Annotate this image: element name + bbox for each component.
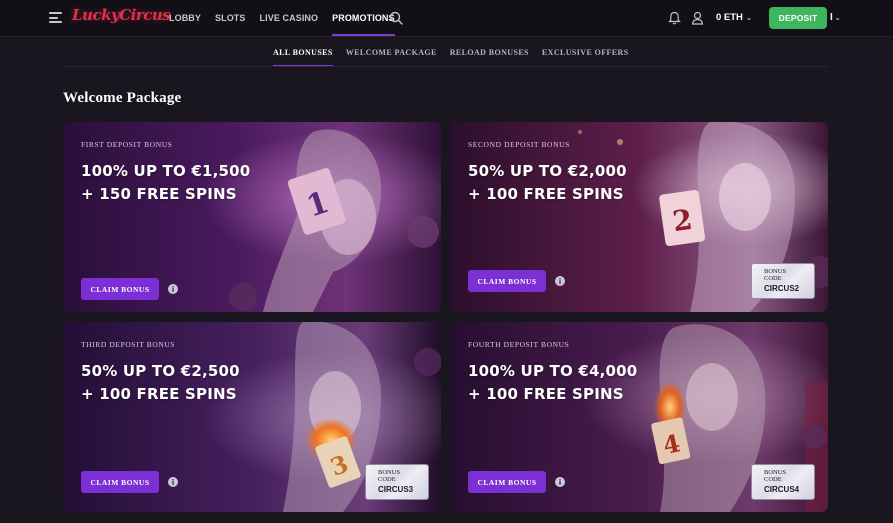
tab-welcome-package[interactable]: WELCOME PACKAGE [346, 41, 437, 65]
bonus-match-text: 100% UP TO €1,500 [81, 162, 251, 180]
user-icon[interactable] [691, 11, 704, 25]
info-icon[interactable] [555, 477, 565, 487]
bonus-code-label: CODE [764, 476, 782, 483]
info-icon[interactable] [555, 276, 565, 286]
bonus-code-label: BONUS [378, 469, 401, 476]
bonus-headline: 100% UP TO €4,000 + 100 FREE SPINS [468, 360, 637, 406]
bonus-tier-label: FIRST DEPOSIT BONUS [81, 140, 173, 149]
language-selector[interactable]: I ⌄ [830, 0, 841, 37]
language-label: I [830, 12, 833, 23]
claim-bonus-button[interactable]: CLAIM BONUS [468, 270, 546, 292]
deposit-button[interactable]: DEPOSIT [769, 7, 827, 29]
bonus-category-tabs: ALL BONUSES WELCOME PACKAGE RELOAD BONUS… [273, 41, 642, 67]
claim-bonus-button[interactable]: CLAIM BONUS [81, 471, 159, 493]
top-navigation-bar: LuckyCircus LOBBY SLOTS LIVE CASINO PROM… [0, 0, 893, 37]
bonus-tier-label: SECOND DEPOSIT BONUS [468, 140, 570, 149]
info-icon[interactable] [168, 477, 178, 487]
tab-reload-bonuses[interactable]: RELOAD BONUSES [450, 41, 529, 65]
bonus-spins-text: + 150 FREE SPINS [81, 185, 237, 203]
bonus-code-label: BONUS [764, 469, 787, 476]
bonus-spins-text: + 100 FREE SPINS [468, 385, 624, 403]
bonus-spins-text: + 100 FREE SPINS [468, 185, 624, 203]
nav-promotions[interactable]: PROMOTIONS [332, 0, 395, 36]
bonus-code-value: CIRCUS4 [764, 485, 800, 494]
logo[interactable]: LuckyCircus [72, 6, 171, 24]
bonus-code-badge[interactable]: BONUS CODE CIRCUS2 [751, 263, 815, 299]
bonus-match-text: 50% UP TO €2,500 [81, 362, 240, 380]
bonus-match-text: 50% UP TO €2,000 [468, 162, 627, 180]
wallet-balance-dropdown[interactable]: 0 ETH ⌄ [716, 0, 752, 37]
tab-all-bonuses[interactable]: ALL BONUSES [273, 41, 333, 67]
bonus-code-value: CIRCUS2 [764, 284, 800, 293]
bonus-headline: 50% UP TO €2,000 + 100 FREE SPINS [468, 160, 627, 206]
menu-icon[interactable] [49, 12, 62, 23]
bonus-code-label: CODE [764, 275, 782, 282]
bell-icon[interactable] [668, 11, 681, 25]
bonus-card-fourth-deposit: 4 FOURTH DEPOSIT BONUS 100% UP TO €4,000… [450, 322, 828, 512]
chevron-down-icon: ⌄ [834, 15, 841, 22]
bonus-tier-label: THIRD DEPOSIT BONUS [81, 340, 176, 349]
search-icon[interactable] [389, 11, 403, 25]
bonus-headline: 50% UP TO €2,500 + 100 FREE SPINS [81, 360, 240, 406]
bonus-card-third-deposit: 3 THIRD DEPOSIT BONUS 50% UP TO €2,500 +… [63, 322, 441, 512]
balance-value: 0 ETH [716, 12, 743, 23]
nav-slots[interactable]: SLOTS [215, 0, 246, 36]
bonus-code-label: CODE [378, 476, 396, 483]
claim-bonus-button[interactable]: CLAIM BONUS [468, 471, 546, 493]
nav-lobby[interactable]: LOBBY [169, 0, 201, 36]
bonus-code-label: BONUS [764, 268, 787, 275]
bonus-code-value: CIRCUS3 [378, 485, 414, 494]
nav-live-casino[interactable]: LIVE CASINO [260, 0, 319, 36]
tab-exclusive-offers[interactable]: EXCLUSIVE OFFERS [542, 41, 629, 65]
bonus-tier-label: FOURTH DEPOSIT BONUS [468, 340, 570, 349]
bonus-card-first-deposit: 1 FIRST DEPOSIT BONUS 100% UP TO €1,500 … [63, 122, 441, 312]
info-icon[interactable] [168, 284, 178, 294]
section-title: Welcome Package [63, 90, 182, 106]
bonus-card-second-deposit: 2 SECOND DEPOSIT BONUS 50% UP TO €2,000 … [450, 122, 828, 312]
chevron-down-icon: ⌄ [745, 15, 752, 22]
tabs-divider [63, 66, 828, 67]
bonus-spins-text: + 100 FREE SPINS [81, 385, 237, 403]
bonus-code-badge[interactable]: BONUS CODE CIRCUS4 [751, 464, 815, 500]
bonus-code-badge[interactable]: BONUS CODE CIRCUS3 [365, 464, 429, 500]
bonus-headline: 100% UP TO €1,500 + 150 FREE SPINS [81, 160, 250, 206]
bonus-match-text: 100% UP TO €4,000 [468, 362, 638, 380]
claim-bonus-button[interactable]: CLAIM BONUS [81, 278, 159, 300]
main-nav: LOBBY SLOTS LIVE CASINO PROMOTIONS [169, 0, 409, 36]
